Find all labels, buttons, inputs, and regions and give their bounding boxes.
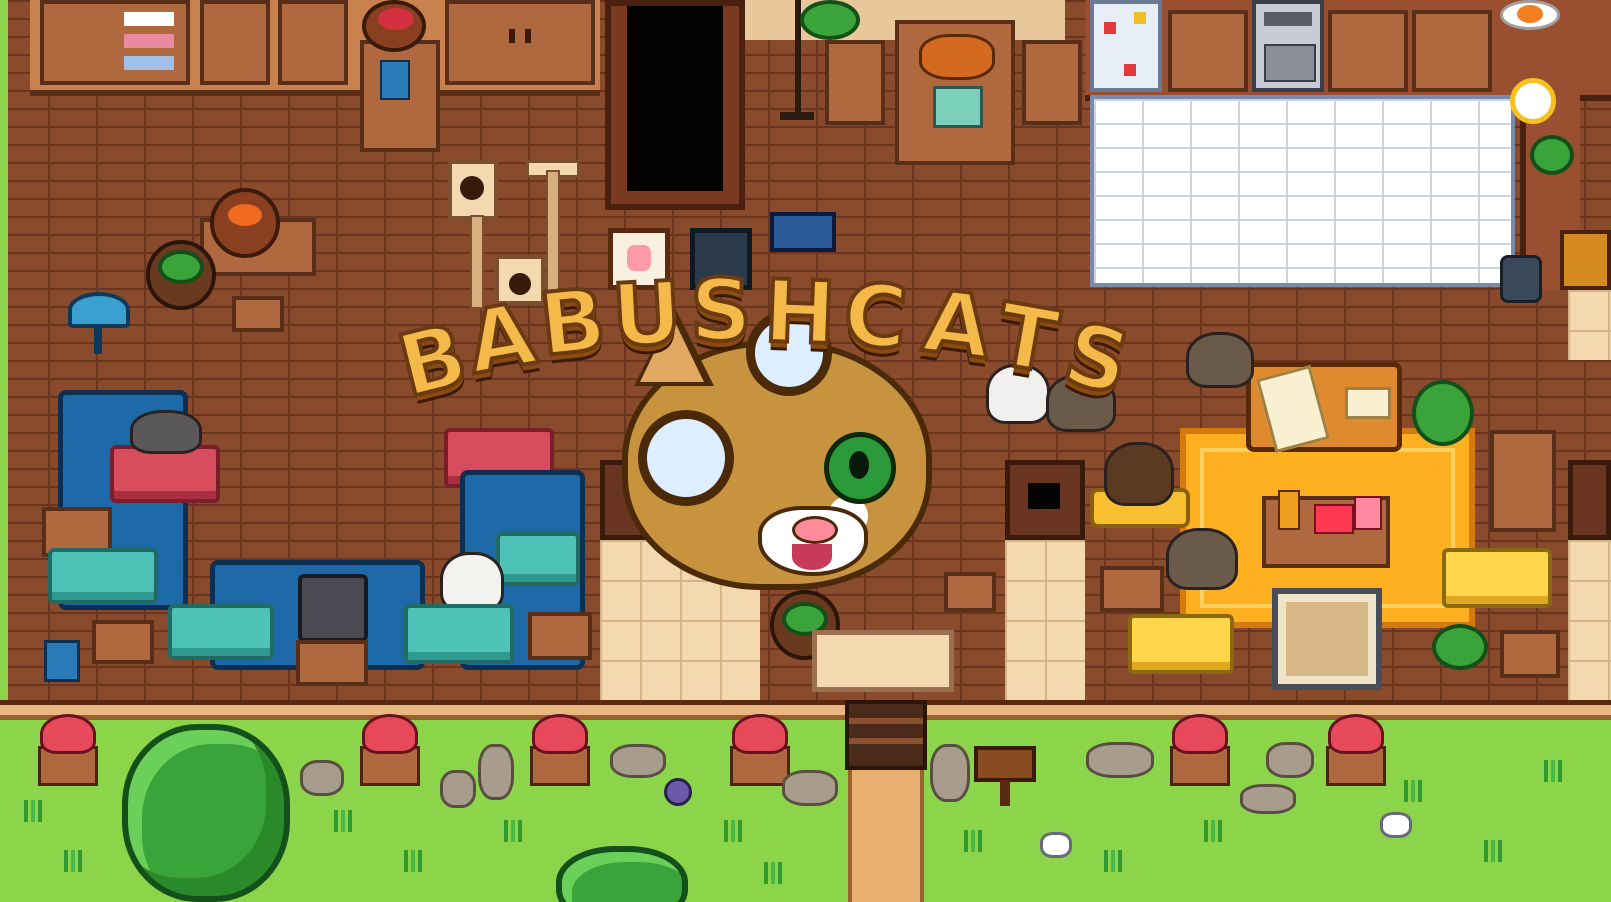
red-tulip-icon: [40, 714, 96, 754]
kitchen-drawer-3[interactable]: [1412, 10, 1492, 92]
doorway-frame: [605, 0, 745, 210]
porch-stairs[interactable]: [845, 700, 927, 770]
fridge-icon[interactable]: [1090, 0, 1162, 92]
flower-basket-icon: [210, 188, 280, 258]
potted-plant-right-icon: [1412, 380, 1474, 446]
dining-chair-left[interactable]: [825, 40, 885, 125]
blue-book-icon: [44, 640, 80, 682]
sunflower-icon: [1510, 78, 1556, 124]
game-logo: B A B U S H C A T S: [387, 260, 1180, 608]
yellow-cushion-1[interactable]: [1442, 548, 1552, 608]
grass-tuft: [20, 800, 46, 822]
grass-tuft: [1540, 760, 1566, 782]
white-flower-icon: [1040, 832, 1072, 858]
stove-icon[interactable]: [1252, 0, 1324, 92]
side-table-with-book[interactable]: [360, 40, 440, 152]
purple-flower-icon: [664, 778, 692, 806]
grass-tuft: [330, 810, 356, 832]
red-tulip-icon: [1328, 714, 1384, 754]
grass-tuft: [760, 862, 786, 884]
grass-tuft: [1200, 820, 1226, 842]
stepping-stone: [300, 760, 344, 796]
box-far-right[interactable]: [1500, 630, 1560, 678]
stepping-stone: [930, 744, 970, 802]
bookshelf[interactable]: [40, 0, 190, 85]
stepping-stone: [1266, 742, 1314, 778]
large-bush: [122, 724, 290, 902]
white-flower-icon: [1380, 812, 1412, 838]
kitchen-drawer-2[interactable]: [1328, 10, 1408, 92]
small-stool[interactable]: [232, 296, 284, 332]
fruit-plate-icon: [1500, 0, 1560, 30]
stepping-stone: [782, 770, 838, 806]
grass-tuft: [400, 850, 426, 872]
grass-tuft: [60, 850, 86, 872]
grass-tuft: [1400, 780, 1426, 802]
kitchen-tile-floor: [1090, 95, 1515, 287]
game-scene: B A B U S H C A T S: [0, 0, 1611, 902]
grass-tuft: [1480, 840, 1506, 862]
stepping-stone: [1240, 784, 1296, 814]
dining-chair-right[interactable]: [1022, 40, 1082, 125]
small-bush: [556, 846, 688, 902]
table-lamp-icon[interactable]: [68, 292, 130, 328]
teal-cushion-2[interactable]: [168, 604, 274, 660]
cat-litter-box[interactable]: [1272, 588, 1382, 690]
kitchen-drawer-1[interactable]: [1168, 10, 1248, 92]
stepping-stone: [478, 744, 514, 800]
drawer-box[interactable]: [296, 640, 368, 686]
red-tulip-icon: [532, 714, 588, 754]
double-cupboard[interactable]: [445, 0, 595, 85]
radio-icon[interactable]: [298, 574, 368, 642]
title-letter: B: [387, 303, 479, 420]
potted-plant-small-icon: [1432, 624, 1488, 670]
box-right[interactable]: [528, 612, 592, 660]
stepping-stone: [1086, 742, 1154, 778]
cat-tree-icon[interactable]: [448, 160, 498, 220]
red-tulip-icon: [362, 714, 418, 754]
teal-cushion-4[interactable]: [404, 604, 514, 664]
apple-basket-icon: [362, 0, 426, 52]
brown-cat-stretching[interactable]: [1186, 332, 1254, 388]
wall-frame: [1560, 230, 1611, 290]
title-letter: U: [607, 261, 686, 369]
trash-can-icon[interactable]: [1500, 255, 1542, 303]
storage-box[interactable]: [92, 620, 154, 664]
glasses-icon: [638, 410, 734, 506]
title-letter: S: [688, 261, 754, 361]
title-letter: S: [1053, 301, 1141, 417]
title-letter: A: [916, 269, 998, 380]
yellow-cushion-2[interactable]: [1128, 614, 1234, 674]
title-letter: T: [988, 283, 1067, 396]
title-letter: B: [533, 268, 613, 378]
grass-tuft: [720, 820, 746, 842]
red-tulip-icon: [1172, 714, 1228, 754]
title-letter: H: [760, 260, 839, 366]
coffee-table[interactable]: [1262, 490, 1390, 568]
dirt-path: [848, 770, 924, 902]
wooden-sign-icon[interactable]: [974, 746, 1036, 782]
door-mat: [812, 630, 954, 692]
potted-plant-icon: [800, 0, 860, 40]
grass-tuft: [1100, 850, 1126, 872]
red-tulip-icon: [732, 714, 788, 754]
stepping-stone: [610, 744, 666, 778]
cupboard[interactable]: [278, 0, 348, 85]
book-stack-icon: [770, 212, 836, 252]
wooden-chair-right[interactable]: [1490, 430, 1556, 532]
stepping-stone: [440, 770, 476, 808]
grass-tuft: [960, 830, 986, 852]
grass-tuft: [500, 820, 526, 842]
dining-table[interactable]: [895, 20, 1015, 165]
grey-cat-sleeping[interactable]: [130, 410, 202, 454]
title-letter: C: [839, 263, 913, 371]
title-letter: A: [458, 282, 545, 396]
orange-sofa[interactable]: [1246, 362, 1402, 453]
hanging-plant-icon: [146, 240, 216, 310]
teal-cushion-1[interactable]: [48, 548, 158, 604]
small-shelf[interactable]: [200, 0, 270, 85]
